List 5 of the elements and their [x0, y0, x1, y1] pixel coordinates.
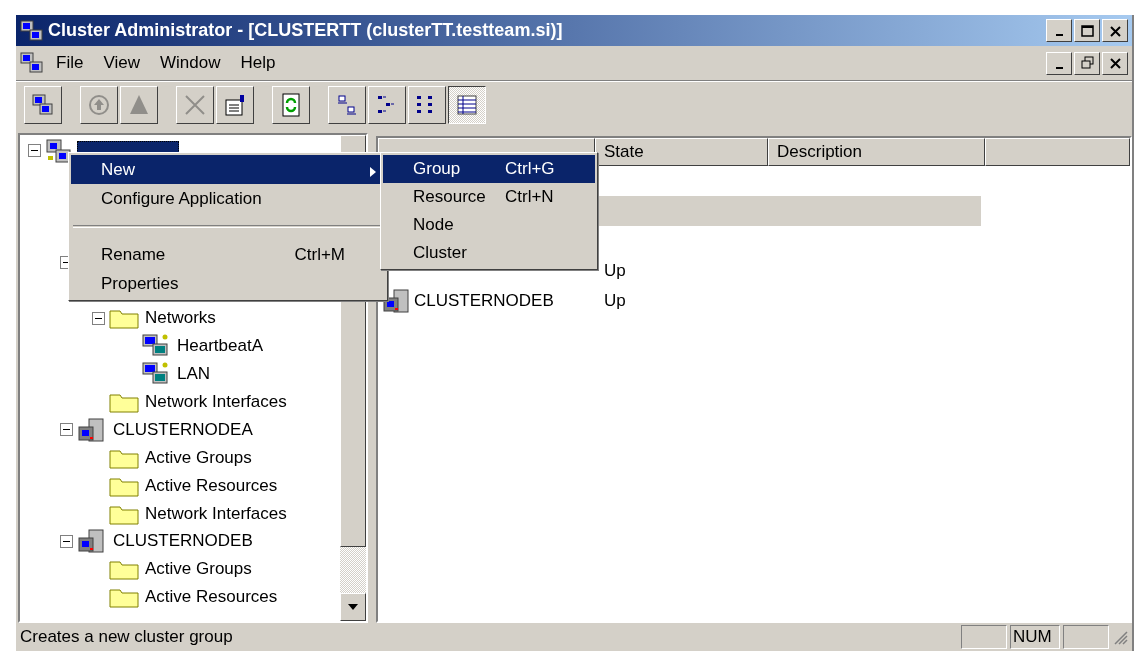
state-text: Up — [604, 261, 626, 281]
window-title: Cluster Administrator - [CLUSTERTT (clusterTT.testteam.si)] — [48, 20, 564, 41]
status-pane: NUM — [1010, 625, 1060, 649]
status-text: Creates a new cluster group — [20, 627, 234, 647]
state-text: Up — [604, 291, 626, 311]
